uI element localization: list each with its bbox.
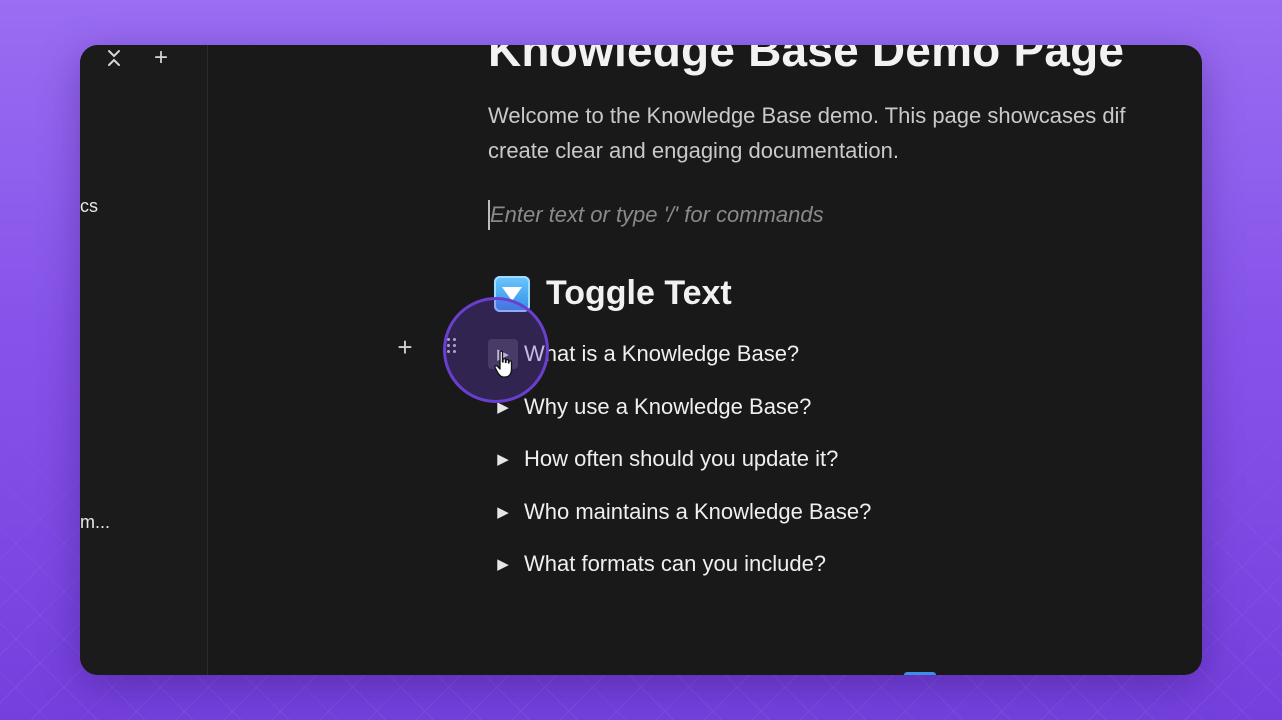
toggle-item[interactable]: ▶ How often should you update it?	[488, 433, 871, 486]
command-text-input[interactable]	[488, 200, 990, 230]
expand-arrow-icon[interactable]: ▶	[488, 549, 518, 579]
sidebar-item[interactable]: cs	[80, 196, 98, 217]
toggle-item[interactable]: ▶ What formats can you include?	[488, 538, 871, 591]
add-block-icon[interactable]: +	[393, 334, 417, 360]
toggle-label[interactable]: What is a Knowledge Base?	[524, 341, 799, 367]
toggle-label[interactable]: Who maintains a Knowledge Base?	[524, 499, 871, 525]
intro-line: create clear and engaging documentation.	[488, 138, 899, 163]
page-title[interactable]: Knowledge Base Demo Page	[488, 45, 1124, 77]
toggle-label[interactable]: What formats can you include?	[524, 551, 826, 577]
hand-cursor-icon	[494, 350, 513, 378]
intro-line: Welcome to the Knowledge Base demo. This…	[488, 103, 1126, 128]
toggle-item[interactable]: ▶ Why use a Knowledge Base?	[488, 381, 871, 434]
collapse-sidebar-icon[interactable]	[103, 47, 125, 69]
intro-paragraph[interactable]: Welcome to the Knowledge Base demo. This…	[488, 98, 1202, 168]
toggle-item[interactable]: ▶ Who maintains a Knowledge Base?	[488, 486, 871, 539]
sidebar-item[interactable]: m...	[80, 512, 110, 533]
section-heading[interactable]: Toggle Text	[546, 274, 732, 313]
app-window: + cs m... Knowledge Base Demo Page Welco…	[80, 45, 1202, 675]
toggle-label[interactable]: How often should you update it?	[524, 446, 838, 472]
sidebar: + cs m...	[80, 45, 208, 675]
expand-arrow-icon[interactable]: ▶	[488, 497, 518, 527]
next-section-emoji-icon	[904, 672, 936, 675]
section-heading-row: Toggle Text	[494, 274, 732, 313]
toggle-label[interactable]: Why use a Knowledge Base?	[524, 394, 811, 420]
add-page-icon[interactable]: +	[150, 46, 172, 70]
page-content: Knowledge Base Demo Page Welcome to the …	[488, 45, 1202, 675]
expand-arrow-icon[interactable]: ▶	[488, 444, 518, 474]
